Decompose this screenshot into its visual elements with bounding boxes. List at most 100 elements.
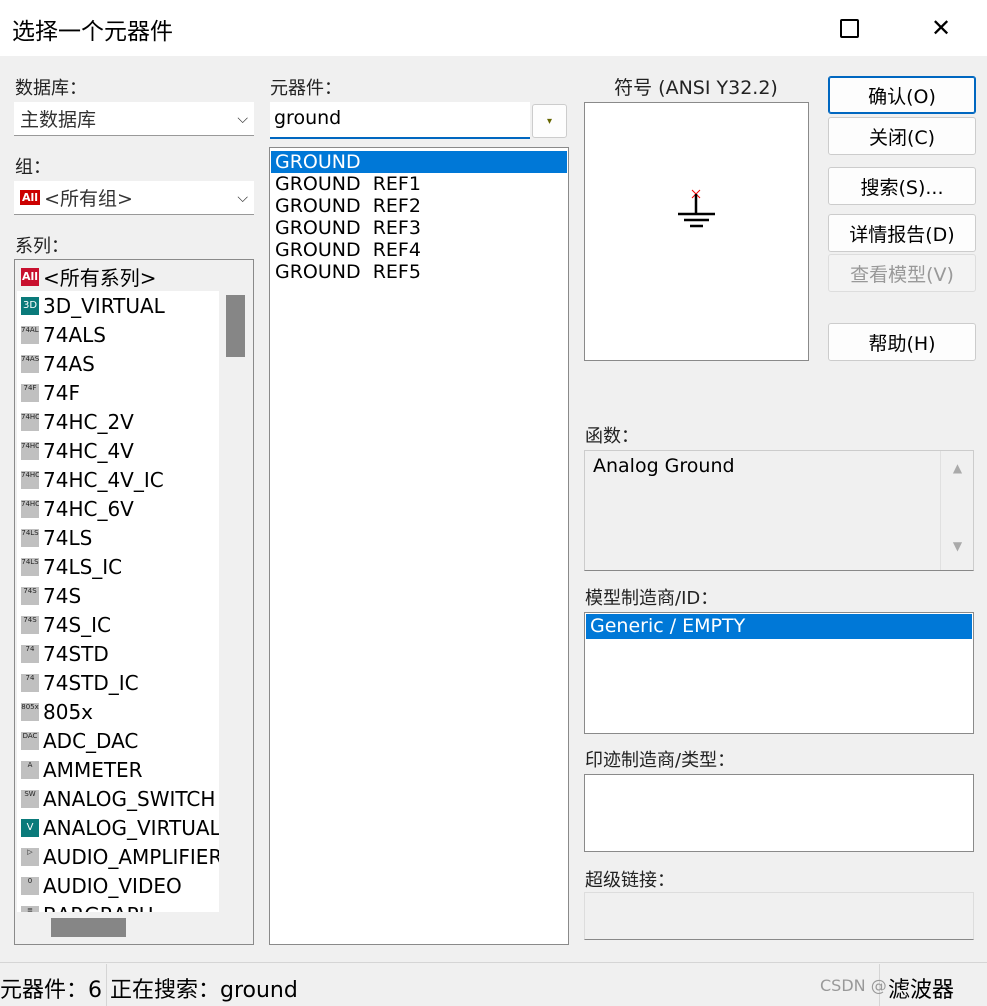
chevron-down-icon: ⌵ (237, 110, 248, 127)
close-dialog-button[interactable]: 关闭(C) (828, 117, 976, 155)
series-icon: 74 (21, 644, 39, 663)
database-value: 主数据库 (20, 109, 97, 131)
series-item[interactable]: 74S 74S (17, 581, 219, 610)
symbol-preview (584, 102, 809, 361)
series-icon: 74S (21, 586, 39, 605)
series-item-label: 74S_IC (43, 612, 112, 637)
ground-symbol-icon (678, 189, 715, 228)
series-item[interactable]: 74AS 74AS (17, 349, 219, 378)
series-item[interactable]: DAC ADC_DAC (17, 726, 219, 755)
chevron-down-icon: ⌵ (237, 189, 248, 206)
help-button[interactable]: 帮助(H) (828, 323, 976, 361)
series-item-label: 74HC_4V_IC (43, 467, 164, 492)
component-item[interactable]: GROUND REF2 (271, 195, 567, 217)
series-icon: 74 (21, 673, 39, 692)
series-item[interactable]: A AMMETER (17, 755, 219, 784)
series-item[interactable]: 74HC 74HC_4V_IC (17, 465, 219, 494)
series-item[interactable]: SW ANALOG_SWITCH (17, 784, 219, 813)
database-select[interactable]: 主数据库 ⌵ (14, 102, 254, 136)
component-item[interactable]: GROUND REF5 (271, 261, 567, 283)
series-item[interactable]: 74HC 74HC_2V (17, 407, 219, 436)
series-list[interactable]: All<所有系列>3D3D_VIRTUAL74ALS74ALS74AS74AS7… (14, 259, 254, 945)
series-item-label: ANALOG_SWITCH (43, 786, 216, 811)
vertical-scrollbar-thumb[interactable] (226, 295, 245, 357)
component-item[interactable]: GROUND REF1 (271, 173, 567, 195)
all-icon: All (20, 190, 41, 205)
component-item[interactable]: GROUND REF3 (271, 217, 567, 239)
list-item[interactable]: Generic / EMPTY (586, 614, 972, 639)
series-icon: 3D (21, 296, 39, 315)
function-value: Analog Ground (593, 455, 735, 477)
series-item[interactable]: 74 74STD_IC (17, 668, 219, 697)
series-item-label: 74HC_6V (43, 496, 134, 521)
series-item[interactable]: 74ALS74ALS (17, 320, 219, 349)
series-item[interactable]: 74HC 74HC_6V (17, 494, 219, 523)
series-item-label: 74ALS (43, 322, 106, 347)
series-item-label: AUDIO_AMPLIFIER (43, 844, 219, 869)
series-item-label: ADC_DAC (43, 728, 139, 753)
series-item-label: 805x (43, 699, 94, 724)
maximize-button[interactable] (819, 0, 879, 56)
report-button[interactable]: 详情报告(D) (828, 214, 976, 252)
series-item-label: 74STD (43, 641, 109, 666)
series-item[interactable]: 74HC 74HC_4V (17, 436, 219, 465)
component-list[interactable]: GROUND GROUND REF1 GROUND REF2 GROUND REF3 G… (269, 147, 569, 945)
ok-button[interactable]: 确认(O) (828, 76, 976, 114)
series-item[interactable]: 74LS 74LS (17, 523, 219, 552)
component-search-input[interactable]: ground (270, 102, 530, 139)
view-model-button[interactable]: 查看模型(V) (828, 254, 976, 292)
series-icon: 74HC (21, 499, 39, 518)
series-item[interactable]: 74F 74F (17, 378, 219, 407)
horizontal-scrollbar-thumb[interactable] (51, 918, 126, 937)
database-label: 数据库： (15, 78, 87, 99)
close-button[interactable]: ✕ (911, 0, 971, 56)
model-manufacturer-list[interactable]: Generic / EMPTY (584, 612, 974, 734)
status-searching: 正在搜索：ground (110, 978, 298, 1003)
component-item[interactable]: GROUND (271, 151, 567, 173)
series-icon: 74AS (21, 354, 39, 373)
function-scrollbar[interactable]: ▲ ▼ (940, 451, 974, 570)
series-item[interactable]: 3D 3D_VIRTUAL (17, 291, 219, 320)
status-filter: 滤波器 (888, 978, 955, 1003)
series-item[interactable]: ≡ BARGRAPH (17, 900, 219, 912)
series-item[interactable]: V ANALOG_VIRTUAL (17, 813, 219, 842)
series-icon: 74LS (21, 528, 39, 547)
hyperlink-field (584, 892, 974, 940)
watermark: CSDN @ (820, 976, 887, 995)
series-item-label: 74STD_IC (43, 670, 139, 695)
status-separator (106, 964, 107, 1006)
series-item-label: 74F (43, 380, 80, 405)
square-icon (839, 18, 859, 38)
series-item-label: 74AS (43, 351, 95, 376)
series-item[interactable]: 805x 805x (17, 697, 219, 726)
series-item-label: AMMETER (43, 757, 143, 782)
component-label: 元器件： (270, 78, 342, 99)
title-bar: 选择一个元器件 ✕ (0, 0, 987, 56)
footprint-list[interactable] (584, 774, 974, 852)
series-item[interactable]: 74 74STD (17, 639, 219, 668)
series-item[interactable]: 74LS 74LS_IC (17, 552, 219, 581)
series-item-label: 74LS_IC (43, 554, 123, 579)
window-title: 选择一个元器件 (12, 19, 173, 45)
series-item-label: ANALOG_VIRTUAL (43, 815, 219, 840)
group-label: 组： (15, 157, 51, 178)
search-button[interactable]: 搜索(S)... (828, 167, 976, 205)
series-item[interactable]: 74S 74S_IC (17, 610, 219, 639)
x-icon: ✕ (930, 14, 952, 42)
series-icon: 74F (21, 383, 39, 402)
series-icon: SW (21, 789, 39, 808)
search-history-button[interactable]: ▾ (532, 104, 567, 138)
series-icon: 805x (21, 702, 39, 721)
symbol-label: 符号 (ANSI Y32.2) (614, 77, 778, 99)
function-label: 函数： (585, 426, 639, 447)
series-item-label: AUDIO_VIDEO (43, 873, 182, 898)
series-item-label: 74HC_2V (43, 409, 134, 434)
group-select[interactable]: All <所有组> ⌵ (14, 181, 254, 215)
series-item[interactable]: 0 AUDIO_VIDEO (17, 871, 219, 900)
series-item-label: BARGRAPH (43, 903, 154, 913)
component-item[interactable]: GROUND REF4 (271, 239, 567, 261)
series-item-label: 74LS (43, 525, 93, 550)
series-icon: 74HC (21, 470, 39, 489)
series-item[interactable]: ▷ AUDIO_AMPLIFIER (17, 842, 219, 871)
series-item[interactable]: All <所有系列> (17, 262, 219, 291)
